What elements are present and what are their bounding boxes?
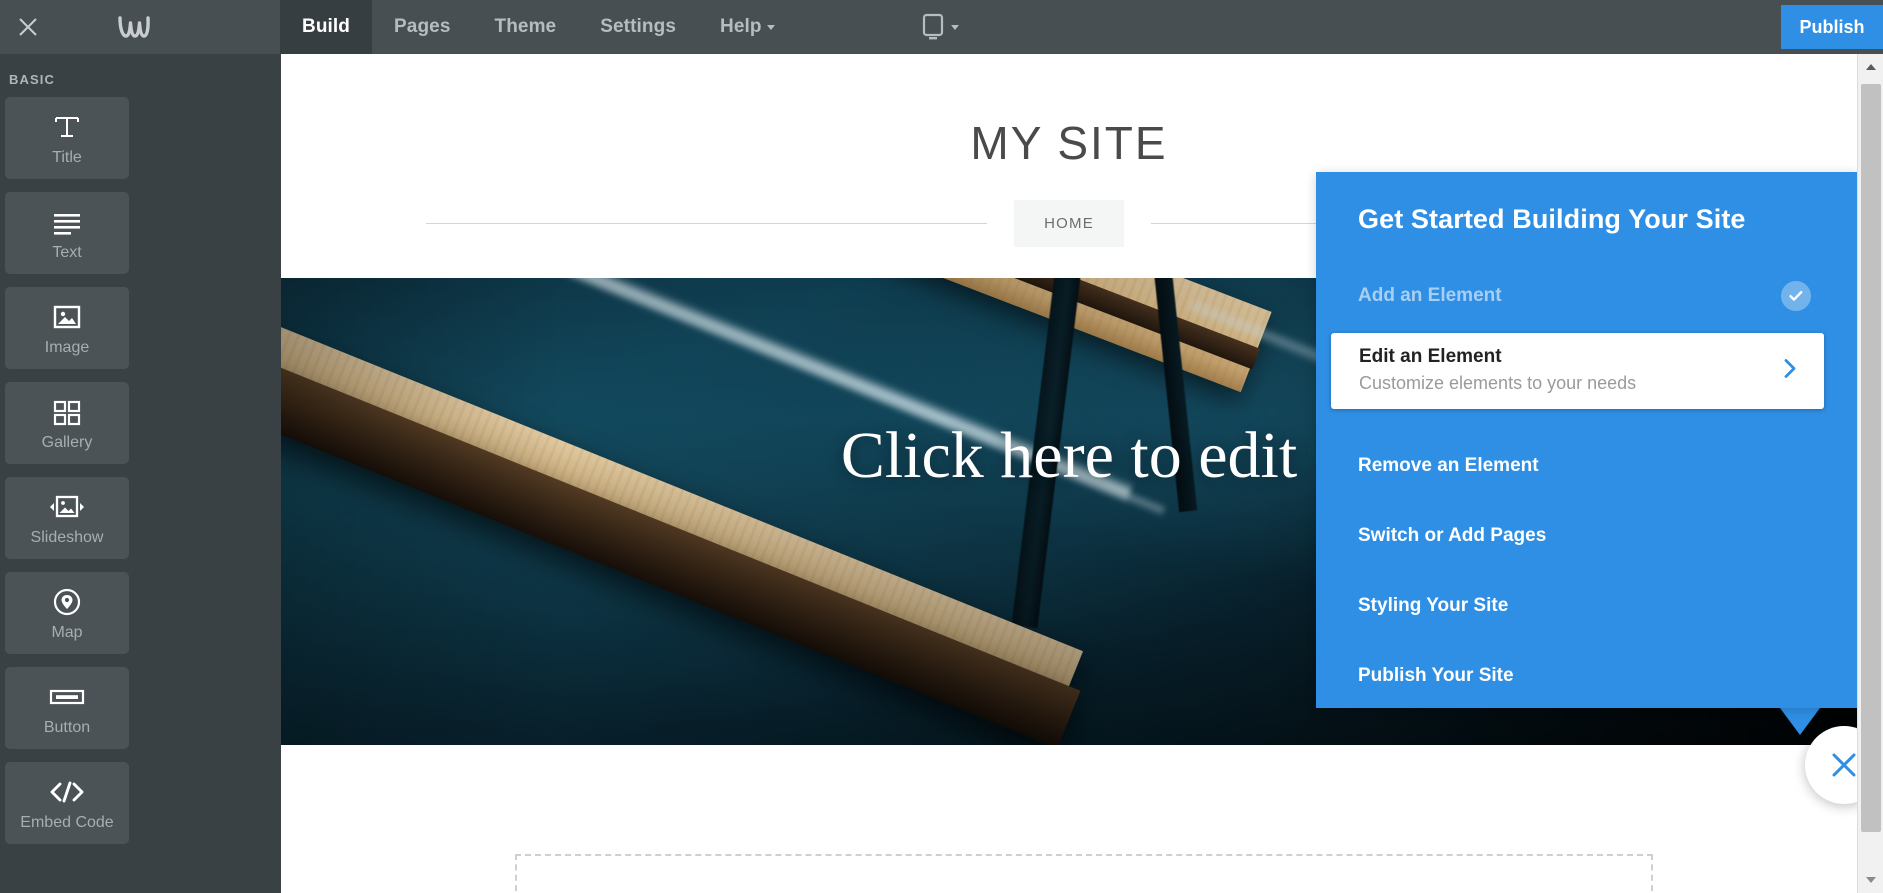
tab-theme[interactable]: Theme — [472, 0, 578, 54]
tab-build[interactable]: Build — [280, 0, 372, 54]
sidebar-item-title-label: Title — [52, 148, 82, 166]
element-dropzone[interactable] — [515, 854, 1653, 893]
tab-help[interactable]: Help — [698, 0, 797, 54]
panel-item-switch-or-add-pages[interactable]: Switch or Add Pages — [1316, 501, 1859, 571]
sidebar-item-map[interactable]: Map — [5, 572, 129, 654]
sidebar-item-title[interactable]: Title — [5, 97, 129, 179]
slideshow-icon — [45, 490, 89, 524]
image-icon — [51, 300, 83, 334]
sidebar-item-text-label: Text — [52, 243, 82, 261]
panel-item-styling-your-site[interactable]: Styling Your Site — [1316, 571, 1859, 641]
text-lines-icon — [50, 205, 84, 239]
embed-code-icon — [47, 775, 87, 809]
chevron-right-icon — [1782, 357, 1798, 386]
panel-item-edit-an-element[interactable]: Edit an Element Customize elements to yo… — [1331, 333, 1824, 409]
sidebar-item-embed-code[interactable]: Embed Code — [5, 762, 129, 844]
monitor-icon — [922, 13, 944, 40]
panel-item-add-an-element-label: Add an Element — [1358, 285, 1502, 306]
panel-item-switch-or-add-pages-label: Switch or Add Pages — [1358, 525, 1547, 546]
publish-button[interactable]: Publish — [1781, 5, 1883, 49]
close-editor-button[interactable] — [8, 8, 48, 46]
scrollbar-up-button[interactable] — [1858, 54, 1883, 80]
main-tabs: Build Pages Theme Settings Help — [280, 0, 797, 54]
tab-settings[interactable]: Settings — [578, 0, 698, 54]
sidebar-item-gallery-label: Gallery — [41, 433, 93, 451]
panel-item-remove-an-element-label: Remove an Element — [1358, 455, 1539, 476]
map-pin-icon — [52, 585, 82, 619]
panel-item-edit-an-element-subtitle: Customize elements to your needs — [1359, 373, 1637, 393]
publish-button-label: Publish — [1799, 16, 1865, 37]
gallery-grid-icon — [52, 395, 82, 429]
panel-item-edit-an-element-title: Edit an Element — [1359, 346, 1502, 367]
tab-pages[interactable]: Pages — [372, 0, 472, 54]
elements-sidebar[interactable]: BASIC Title Text Image Gallery Slideshow… — [0, 54, 281, 893]
button-icon — [48, 680, 86, 714]
get-started-panel[interactable]: Get Started Building Your Site Add an El… — [1316, 172, 1859, 708]
sidebar-item-button[interactable]: Button — [5, 667, 129, 749]
weebly-logo-icon — [118, 16, 150, 38]
top-toolbar: Build Pages Theme Settings Help Publish — [0, 0, 1883, 54]
tab-help-label: Help — [720, 16, 762, 37]
page-title[interactable]: MY SITE — [281, 54, 1857, 170]
panel-item-remove-an-element[interactable]: Remove an Element — [1316, 431, 1859, 501]
scrollbar-down-button[interactable] — [1858, 867, 1883, 893]
device-preview-selector[interactable] — [920, 11, 959, 43]
app-root: Build Pages Theme Settings Help Publish … — [0, 0, 1883, 893]
weebly-logo-button[interactable] — [113, 6, 155, 48]
sidebar-item-slideshow-label: Slideshow — [30, 528, 104, 546]
sidebar-item-embed-code-label: Embed Code — [20, 813, 114, 831]
triangle-down-icon — [1866, 877, 1876, 883]
panel-item-publish-your-site-label: Publish Your Site — [1358, 665, 1514, 686]
title-T-icon — [52, 110, 82, 144]
panel-item-publish-your-site[interactable]: Publish Your Site — [1316, 641, 1859, 711]
tab-settings-label: Settings — [600, 16, 676, 37]
sidebar-item-map-label: Map — [51, 623, 83, 641]
tab-build-label: Build — [302, 16, 350, 37]
sidebar-item-gallery[interactable]: Gallery — [5, 382, 129, 464]
close-icon — [19, 18, 37, 36]
page-scrollbar[interactable] — [1857, 54, 1883, 893]
scrollbar-thumb[interactable] — [1861, 84, 1881, 832]
check-circle-icon — [1781, 281, 1811, 311]
chevron-down-icon — [951, 24, 959, 30]
tab-theme-label: Theme — [494, 16, 557, 37]
chevron-down-icon — [766, 24, 775, 30]
sidebar-item-text[interactable]: Text — [5, 192, 129, 274]
sidebar-section-label: BASIC — [9, 72, 55, 87]
sidebar-item-image-label: Image — [44, 338, 90, 356]
panel-pointer-tail — [1780, 708, 1820, 735]
triangle-up-icon — [1866, 64, 1876, 70]
sidebar-item-image[interactable]: Image — [5, 287, 129, 369]
nav-item-home[interactable]: HOME — [1014, 200, 1124, 247]
panel-item-styling-your-site-label: Styling Your Site — [1358, 595, 1509, 616]
nav-divider-left — [426, 223, 988, 224]
get-started-panel-title: Get Started Building Your Site — [1358, 204, 1746, 234]
panel-item-add-an-element[interactable]: Add an Element — [1316, 261, 1859, 331]
sidebar-item-slideshow[interactable]: Slideshow — [5, 477, 129, 559]
sidebar-item-button-label: Button — [43, 718, 91, 736]
tab-pages-label: Pages — [394, 16, 451, 37]
